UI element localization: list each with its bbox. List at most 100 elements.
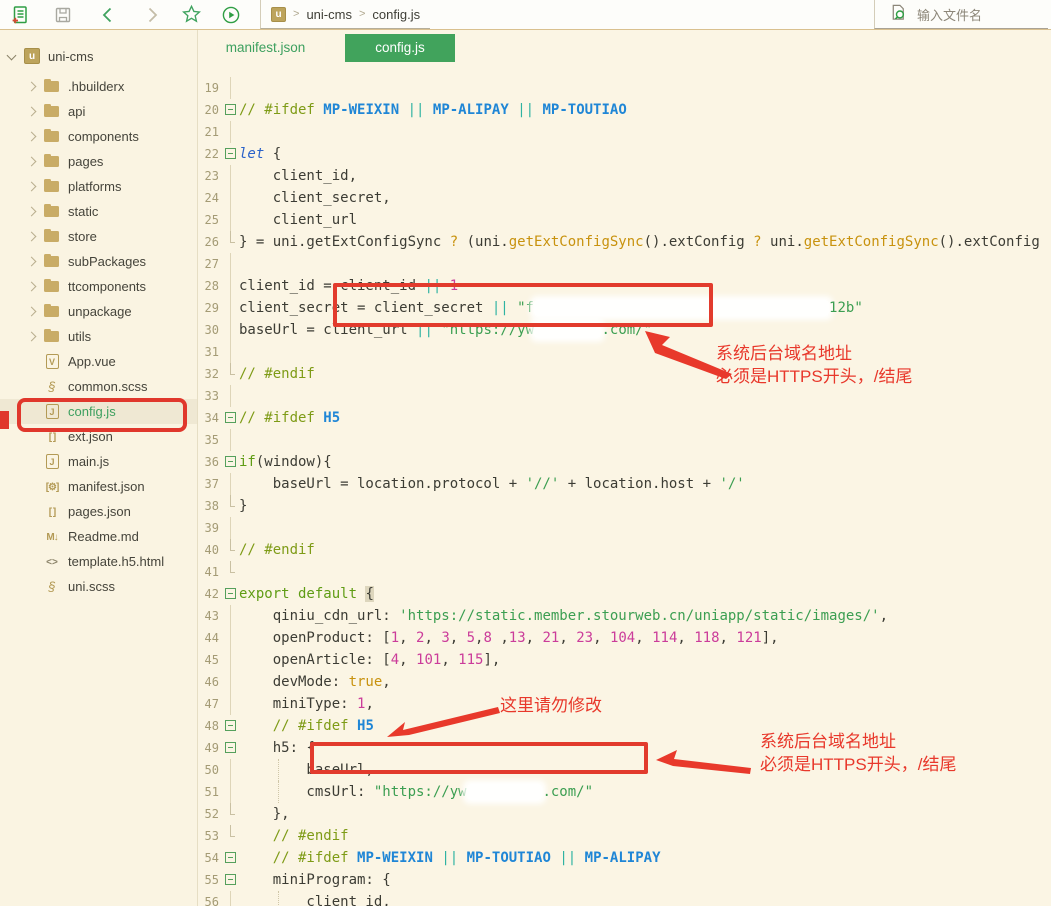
code-line-36[interactable]: 36if(window){ <box>198 451 1051 473</box>
line-number: 27 <box>198 253 224 275</box>
code-line-22[interactable]: 22let { <box>198 143 1051 165</box>
code-line-53[interactable]: 53 // #endif <box>198 825 1051 847</box>
file-search-input[interactable]: 输入文件名 <box>874 0 1048 29</box>
code-line-29[interactable]: 29client_secret = client_secret || "f 12… <box>198 297 1051 319</box>
code-line-19[interactable]: 19 <box>198 77 1051 99</box>
tree-folder-platforms[interactable]: platforms <box>0 174 197 199</box>
json-file-icon: [ ] <box>44 431 60 443</box>
tree-folder-store[interactable]: store <box>0 224 197 249</box>
back-icon[interactable] <box>97 4 119 26</box>
code-line-40[interactable]: 40// #endif <box>198 539 1051 561</box>
tree-file-ext.json[interactable]: [ ]ext.json <box>0 424 197 449</box>
new-file-icon[interactable] <box>9 4 31 26</box>
code-line-46[interactable]: 46 devMode: true, <box>198 671 1051 693</box>
code-line-55[interactable]: 55 miniProgram: { <box>198 869 1051 891</box>
tree-file-main.js[interactable]: Jmain.js <box>0 449 197 474</box>
folder-icon <box>44 231 59 242</box>
code-line-26[interactable]: 26} = uni.getExtConfigSync ? (uni.getExt… <box>198 231 1051 253</box>
line-number: 36 <box>198 451 224 473</box>
tree-file-Readme.md[interactable]: M↓Readme.md <box>0 524 197 549</box>
tree-file-App.vue[interactable]: VApp.vue <box>0 349 197 374</box>
code-line-31[interactable]: 31 <box>198 341 1051 363</box>
code-line-20[interactable]: 20// #ifdef MP-WEIXIN || MP-ALIPAY || MP… <box>198 99 1051 121</box>
code-line-51[interactable]: 51 cmsUrl: "https://yw .com/" <box>198 781 1051 803</box>
code-line-47[interactable]: 47 miniType: 1, <box>198 693 1051 715</box>
code-line-21[interactable]: 21 <box>198 121 1051 143</box>
chevron-right-icon[interactable] <box>27 232 37 242</box>
fold-collapse-icon[interactable] <box>224 869 239 891</box>
code-line-28[interactable]: 28client_id = client_id || 1 <box>198 275 1051 297</box>
fold-guide <box>224 781 239 803</box>
tree-folder-static[interactable]: static <box>0 199 197 224</box>
code-line-50[interactable]: 50 baseUrl, <box>198 759 1051 781</box>
bookmark-star-icon[interactable] <box>180 4 202 26</box>
code-line-48[interactable]: 48 // #ifdef H5 <box>198 715 1051 737</box>
code-line-25[interactable]: 25 client_url <box>198 209 1051 231</box>
chevron-right-icon[interactable] <box>27 182 37 192</box>
code-line-38[interactable]: 38} <box>198 495 1051 517</box>
code-line-24[interactable]: 24 client_secret, <box>198 187 1051 209</box>
code-line-32[interactable]: 32// #endif <box>198 363 1051 385</box>
code-line-54[interactable]: 54 // #ifdef MP-WEIXIN || MP-TOUTIAO || … <box>198 847 1051 869</box>
tree-folder-subPackages[interactable]: subPackages <box>0 249 197 274</box>
chevron-right-icon[interactable] <box>27 132 37 142</box>
fold-collapse-icon[interactable] <box>224 451 239 473</box>
tree-file-uni.scss[interactable]: §uni.scss <box>0 574 197 599</box>
tree-file-config.js[interactable]: Jconfig.js <box>0 399 197 424</box>
tab-manifest-json[interactable]: manifest.json <box>208 40 323 55</box>
fold-collapse-icon[interactable] <box>224 407 239 429</box>
chevron-right-icon[interactable] <box>27 82 37 92</box>
breadcrumb-file[interactable]: config.js <box>372 7 420 22</box>
code-line-52[interactable]: 52 }, <box>198 803 1051 825</box>
tree-file-manifest.json[interactable]: [⚙]manifest.json <box>0 474 197 499</box>
code-text: openArticle: [4, 101, 115], <box>239 649 500 671</box>
code-line-34[interactable]: 34// #ifdef H5 <box>198 407 1051 429</box>
code-line-33[interactable]: 33 <box>198 385 1051 407</box>
tree-folder-utils[interactable]: utils <box>0 324 197 349</box>
tree-file-template.h5.html[interactable]: <>template.h5.html <box>0 549 197 574</box>
fold-collapse-icon[interactable] <box>224 847 239 869</box>
tree-folder-pages[interactable]: pages <box>0 149 197 174</box>
tree-file-common.scss[interactable]: §common.scss <box>0 374 197 399</box>
chevron-right-icon[interactable] <box>27 307 37 317</box>
breadcrumb-project[interactable]: uni-cms <box>306 7 352 22</box>
code-line-45[interactable]: 45 openArticle: [4, 101, 115], <box>198 649 1051 671</box>
fold-collapse-icon[interactable] <box>224 99 239 121</box>
chevron-right-icon[interactable] <box>27 282 37 292</box>
code-line-41[interactable]: 41 <box>198 561 1051 583</box>
code-line-56[interactable]: 56 client_id, <box>198 891 1051 906</box>
tree-folder-.hbuilderx[interactable]: .hbuilderx <box>0 74 197 99</box>
run-icon[interactable] <box>220 4 242 26</box>
code-area[interactable]: 1920// #ifdef MP-WEIXIN || MP-ALIPAY || … <box>198 65 1051 906</box>
tree-root-uni-cms[interactable]: u uni-cms <box>0 44 197 68</box>
breadcrumb[interactable]: u > uni-cms > config.js <box>260 0 430 29</box>
tree-folder-ttcomponents[interactable]: ttcomponents <box>0 274 197 299</box>
chevron-right-icon[interactable] <box>27 257 37 267</box>
code-line-35[interactable]: 35 <box>198 429 1051 451</box>
fold-collapse-icon[interactable] <box>224 143 239 165</box>
code-line-43[interactable]: 43 qiniu_cdn_url: 'https://static.member… <box>198 605 1051 627</box>
code-line-27[interactable]: 27 <box>198 253 1051 275</box>
code-line-30[interactable]: 30baseUrl = client_url || "https://yw .c… <box>198 319 1051 341</box>
fold-collapse-icon[interactable] <box>224 737 239 759</box>
code-line-39[interactable]: 39 <box>198 517 1051 539</box>
tree-folder-components[interactable]: components <box>0 124 197 149</box>
fold-collapse-icon[interactable] <box>224 715 239 737</box>
chevron-right-icon[interactable] <box>27 207 37 217</box>
fold-collapse-icon[interactable] <box>224 583 239 605</box>
tree-folder-unpackage[interactable]: unpackage <box>0 299 197 324</box>
chevron-right-icon[interactable] <box>27 157 37 167</box>
chevron-right-icon[interactable] <box>27 107 37 117</box>
chevron-down-icon[interactable] <box>7 50 17 60</box>
chevron-right-icon[interactable] <box>27 332 37 342</box>
tree-folder-api[interactable]: api <box>0 99 197 124</box>
code-line-49[interactable]: 49 h5: { <box>198 737 1051 759</box>
tree-file-pages.json[interactable]: [ ]pages.json <box>0 499 197 524</box>
code-line-23[interactable]: 23 client_id, <box>198 165 1051 187</box>
forward-icon[interactable] <box>141 4 163 26</box>
code-line-42[interactable]: 42export default { <box>198 583 1051 605</box>
code-line-37[interactable]: 37 baseUrl = location.protocol + '//' + … <box>198 473 1051 495</box>
tab-config-js[interactable]: config.js <box>345 34 455 62</box>
save-icon[interactable] <box>52 4 74 26</box>
code-line-44[interactable]: 44 openProduct: [1, 2, 3, 5,8 ,13, 21, 2… <box>198 627 1051 649</box>
